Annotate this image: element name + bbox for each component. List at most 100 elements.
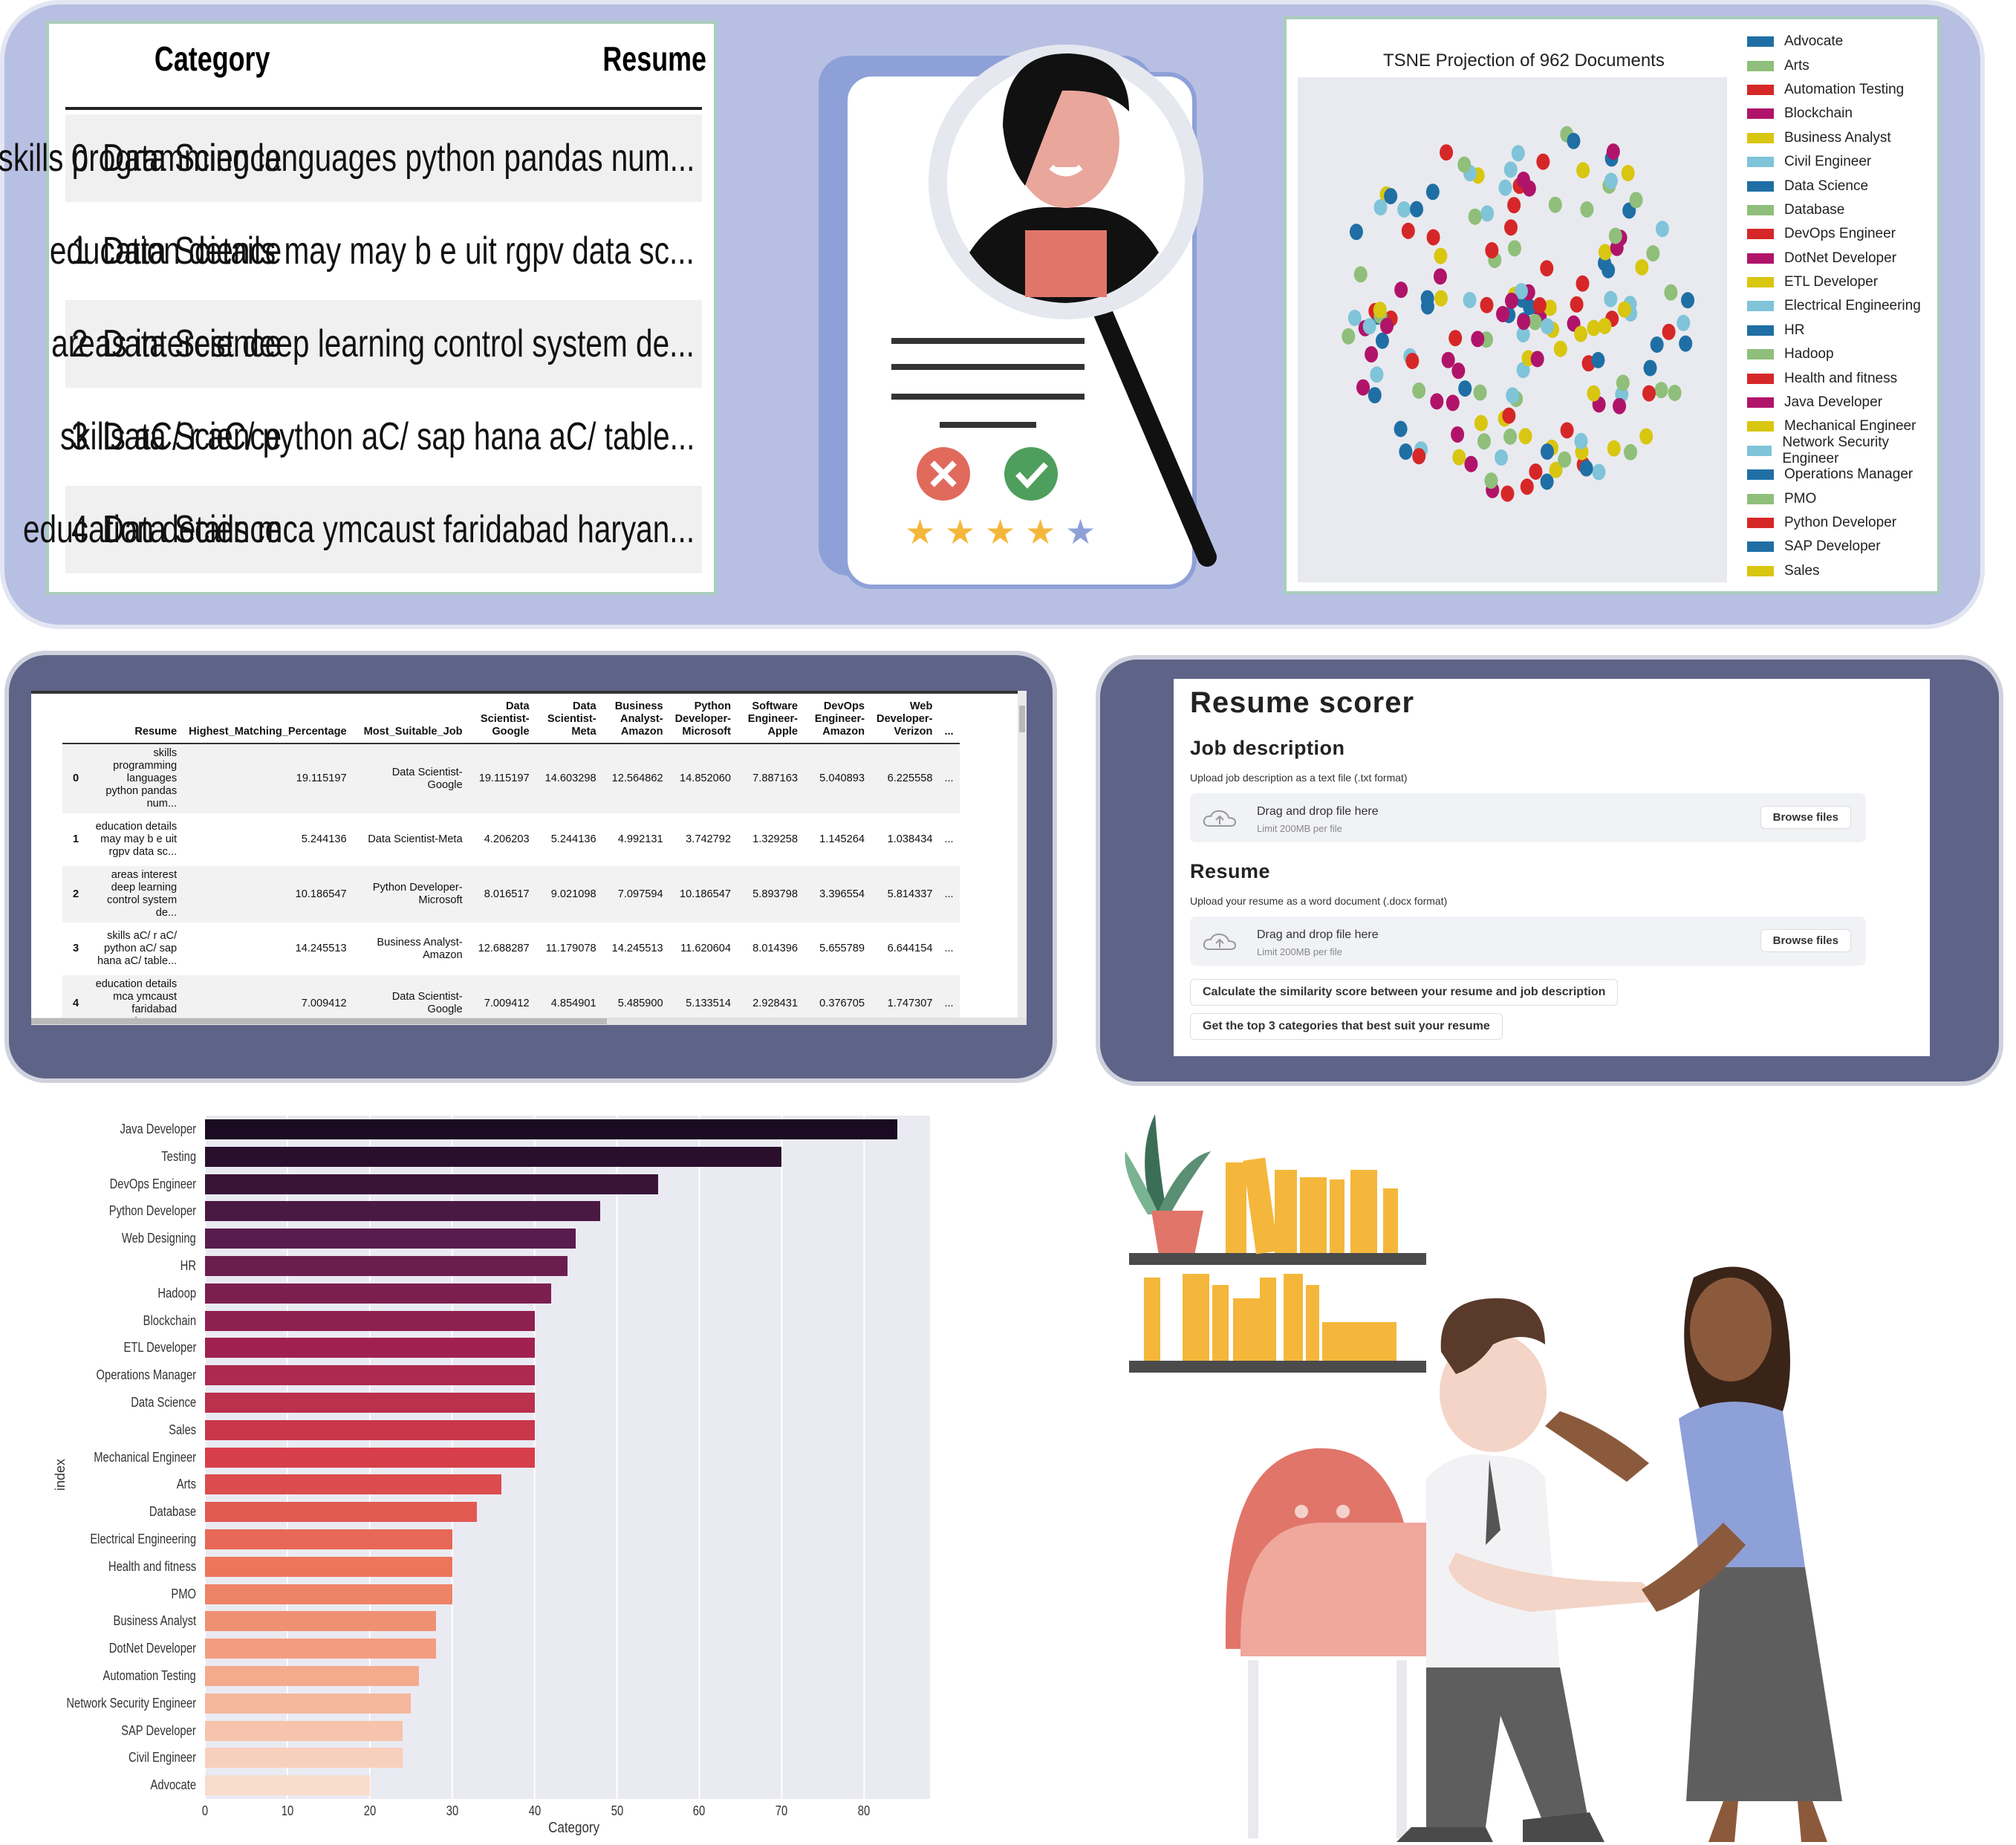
table-cell: ...: [938, 743, 960, 813]
tsne-point: [1380, 317, 1394, 334]
legend-label: DotNet Developer: [1784, 250, 1897, 266]
legend-swatch: [1747, 204, 1774, 215]
table-cell: 3.742792: [686, 833, 732, 845]
tsne-point: [1375, 332, 1389, 349]
reject-icon: [917, 447, 970, 501]
horizontal-scrollbar[interactable]: [31, 1018, 1027, 1025]
y-tick-label: SAP Developer: [121, 1722, 196, 1738]
y-axis-label: index: [53, 1458, 68, 1491]
svg-text:★: ★: [1025, 512, 1056, 552]
table-cell: 4.206203: [484, 833, 530, 845]
limit-text: Limit 200MB per file: [1257, 823, 1342, 834]
table-cell: 9.021098: [535, 866, 602, 922]
svg-text:★: ★: [905, 512, 935, 552]
row-resume: education details mca ymcaust faridabad …: [22, 508, 695, 551]
legend-item: Network Security Engineer: [1747, 435, 1937, 466]
y-tick-label: Electrical Engineering: [90, 1532, 196, 1546]
tsne-legend: Advocate Arts Automation Testing Blockchain…: [1747, 30, 1937, 583]
table-row: 0 skills programming languages python pan…: [62, 743, 960, 813]
table-cell: 14.603298: [535, 743, 602, 813]
column-header: Python Developer- Microsoft: [669, 696, 738, 744]
tsne-scatter: [1342, 126, 1695, 502]
table-cell: Data Scientist- Google: [352, 743, 469, 813]
legend-label: Advocate: [1784, 33, 1844, 50]
tsne-point: [1477, 433, 1491, 450]
legend-swatch: [1747, 301, 1774, 312]
table-cell: 10.186547: [669, 866, 738, 922]
tsne-point: [1448, 330, 1463, 347]
tsne-point: [1468, 208, 1482, 225]
legend-swatch: [1747, 36, 1774, 48]
x-tick-label: 70: [775, 1803, 788, 1818]
legend-swatch: [1747, 229, 1774, 240]
table-cell: 14.852060: [669, 743, 738, 813]
x-tick-label: 80: [858, 1803, 871, 1818]
bar: [205, 1146, 782, 1167]
y-tick-label: Business Analyst: [113, 1613, 196, 1629]
table-cell: 5.893798: [737, 866, 804, 922]
tsne-point: [1441, 351, 1455, 368]
tsne-point: [1635, 258, 1649, 276]
tsne-point: [1662, 323, 1676, 340]
x-tick-label: 0: [201, 1803, 209, 1818]
tsne-point: [1506, 387, 1520, 404]
column-header: Web Developer- Verizon: [871, 696, 939, 744]
tsne-point: [1598, 244, 1612, 261]
tsne-point: [1405, 352, 1420, 369]
tsne-point: [1384, 188, 1398, 205]
browse-files-button[interactable]: Browse files: [1760, 929, 1851, 952]
tsne-point: [1500, 485, 1515, 502]
bar: [205, 1283, 551, 1304]
tsne-point: [1399, 443, 1413, 461]
table-cell: 5.244136: [301, 833, 347, 845]
tsne-point: [1642, 385, 1656, 402]
resume-file-dropzone[interactable]: Drag and drop file here Limit 200MB per …: [1190, 917, 1866, 966]
table-top-rule: [31, 691, 1027, 694]
legend-label: Mechanical Engineer: [1784, 418, 1916, 435]
scrollbar-thumb[interactable]: [31, 1018, 607, 1024]
legend-label: Python Developer: [1784, 515, 1897, 530]
legend-swatch: [1747, 277, 1774, 288]
tsne-point: [1574, 432, 1588, 449]
bar: [205, 1775, 370, 1796]
similarity-score-button[interactable]: Calculate the similarity score between y…: [1190, 979, 1619, 1006]
table-cell: 8.014396: [752, 943, 799, 954]
tsne-point: [1540, 443, 1554, 461]
vertical-scrollbar-thumb[interactable]: [1019, 706, 1025, 732]
tsne-point: [1668, 384, 1682, 401]
row-resume: skills programming languages python pand…: [0, 137, 695, 180]
tsne-point: [1356, 379, 1370, 396]
tsne-point: [1517, 313, 1531, 331]
legend-item: Hadoop: [1747, 342, 1937, 366]
tsne-point: [1480, 296, 1494, 313]
table-row: 1 education details may may b e uit rgpv …: [62, 813, 960, 866]
tsne-point: [1433, 268, 1447, 285]
column-header: ...: [938, 696, 960, 744]
svg-text:★: ★: [1065, 512, 1096, 552]
job-file-dropzone[interactable]: Drag and drop file here Limit 200MB per …: [1190, 793, 1866, 842]
tsne-point: [1365, 346, 1379, 363]
legend-label: HR: [1784, 322, 1805, 338]
category-table-row: 1 Data Science education details may may b…: [50, 207, 702, 295]
bar: [205, 1556, 452, 1577]
tsne-point: [1532, 296, 1547, 313]
tsne-point: [1570, 296, 1584, 313]
tsne-point: [1580, 201, 1594, 218]
table-cell: ...: [944, 943, 954, 954]
tsne-point: [1452, 449, 1466, 466]
vertical-scrollbar[interactable]: [1018, 691, 1027, 1018]
top3-categories-button[interactable]: Get the top 3 categories that best suit …: [1190, 1013, 1503, 1040]
legend-label: Civil Engineer: [1784, 154, 1872, 170]
legend-swatch: [1747, 132, 1774, 143]
legend-label: DevOps Engineer: [1784, 226, 1896, 242]
y-tick-label: DotNet Developer: [108, 1641, 196, 1656]
legend-label: Database: [1784, 201, 1845, 218]
plant-icon: [1125, 1114, 1211, 1255]
legend-swatch: [1747, 445, 1772, 456]
tsne-point: [1362, 318, 1376, 335]
y-tick-label: Mechanical Engineer: [94, 1449, 196, 1465]
star-icon: ★ ★ ★ ★ ★: [905, 512, 1096, 552]
browse-files-button[interactable]: Browse files: [1760, 806, 1851, 829]
legend-item: PMO: [1747, 487, 1937, 510]
legend-label: Arts: [1784, 57, 1809, 74]
